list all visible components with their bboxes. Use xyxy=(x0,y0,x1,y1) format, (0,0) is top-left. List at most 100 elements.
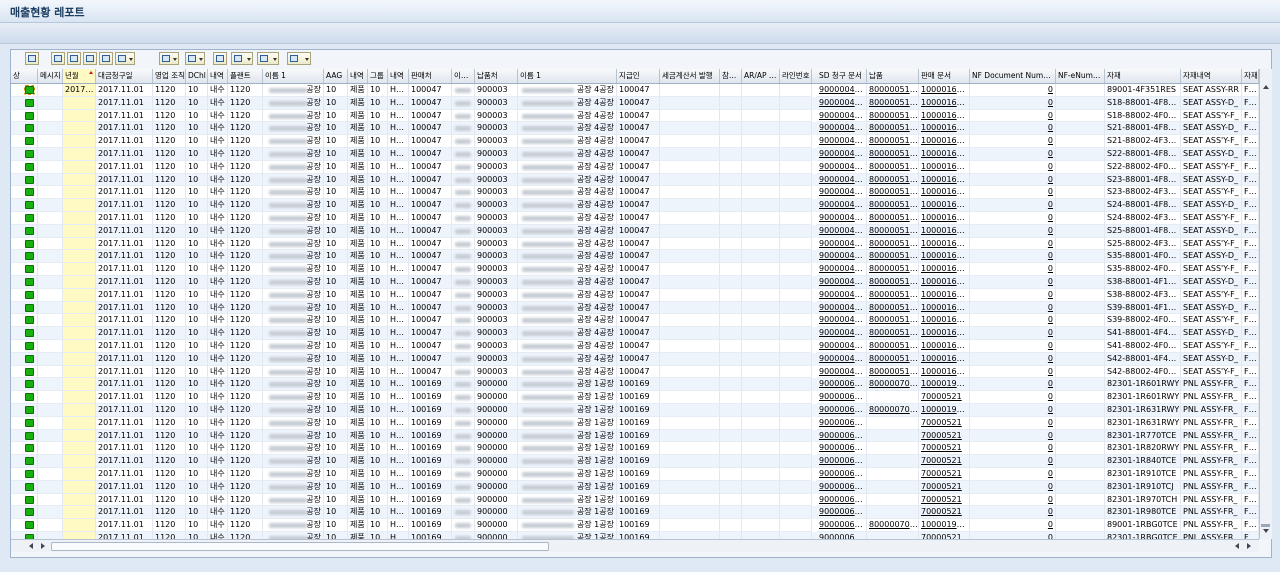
cell-nf[interactable]: 0 xyxy=(970,122,1056,136)
table-row[interactable]: 2017.11.01 1120 10 내수 1120 공장 10 제품 10 HMC 100169 9… xyxy=(11,480,1259,494)
cell-billing[interactable]: 9000006121 xyxy=(817,532,867,539)
cell-nf[interactable]: 0 xyxy=(970,301,1056,315)
column-header-2[interactable]: 년월 xyxy=(63,69,96,83)
cell-billing[interactable]: 9000004255 xyxy=(817,122,867,136)
cell-sales[interactable]: 1000016771 xyxy=(919,173,970,187)
table-row[interactable]: 2017.11.01 1120 10 내수 1120 공장 10 제품 10 HMC 100047 9… xyxy=(11,96,1259,110)
cell-sales[interactable]: 70000521 xyxy=(919,429,970,443)
table-row[interactable]: 2017.11.01 1120 10 내수 1120 공장 10 제품 10 HMC 100047 9… xyxy=(11,224,1259,238)
cell-sales[interactable]: 1000016771 xyxy=(919,250,970,264)
cell-sales[interactable]: 1000016771 xyxy=(919,301,970,315)
cell-nf[interactable]: 0 xyxy=(970,352,1056,366)
cell-billing[interactable]: 9000004255 xyxy=(817,173,867,187)
cell-sales[interactable]: 1000019774 xyxy=(919,378,970,392)
cell-delivery[interactable]: 8000005107 xyxy=(867,148,919,161)
cell-sales[interactable]: 70000521 xyxy=(919,391,970,404)
cell-nf[interactable]: 0 xyxy=(970,493,1056,507)
cell-nf[interactable]: 0 xyxy=(970,365,1056,379)
cell-delivery[interactable]: 8000005107 xyxy=(867,224,919,238)
column-header-11[interactable]: 그룹 xyxy=(368,69,388,83)
cell-sales[interactable]: 1000016771 xyxy=(919,160,970,174)
cell-delivery[interactable]: 8000005107 xyxy=(867,135,919,148)
cell-delivery[interactable]: 8000005107 xyxy=(867,288,919,302)
cell-delivery[interactable]: 8000005107 xyxy=(867,84,919,97)
table-row[interactable]: 2017.11.01 1120 10 내수 1120 공장 10 제품 10 HMC 100169 9… xyxy=(11,506,1259,520)
column-header-0[interactable]: 상 xyxy=(11,69,38,83)
sort-asc-button[interactable] xyxy=(51,52,65,65)
table-row[interactable]: 2017.11.01 1120 10 내수 1120 공장 10 제품 10 HMC 100047 9… xyxy=(11,365,1259,379)
scroll-left-end-icon[interactable] xyxy=(1235,543,1239,549)
cell-delivery[interactable]: 8000005107 xyxy=(867,250,919,264)
cell-nf[interactable]: 0 xyxy=(970,480,1056,494)
column-header-28[interactable]: 자재내역 xyxy=(1181,69,1242,83)
cell-billing[interactable]: 9000006121 xyxy=(817,506,867,520)
table-row[interactable]: 2017.11.01 1120 10 내수 1120 공장 10 제품 10 HMC 100169 9… xyxy=(11,442,1259,456)
table-row[interactable]: 2017.11.01 1120 10 내수 1120 공장 10 제품 10 HMC 100169 9… xyxy=(11,404,1259,417)
cell-billing[interactable]: 9000004255 xyxy=(817,237,867,251)
cell-nf[interactable]: 0 xyxy=(970,340,1056,353)
cell-sales[interactable]: 70000521 xyxy=(919,455,970,468)
cell-billing[interactable]: 9000004255 xyxy=(817,365,867,379)
cell-sales[interactable]: 1000016771 xyxy=(919,84,970,97)
cell-nf[interactable]: 0 xyxy=(970,135,1056,148)
table-row[interactable]: 2017.11.01 1120 10 내수 1120 공장 10 제품 10 HMC 100047 9… xyxy=(11,352,1259,366)
scroll-up-icon[interactable] xyxy=(1263,85,1269,89)
table-row[interactable]: 2017.11.01 1120 10 내수 1120 공장 10 제품 10 HMC 100047 9… xyxy=(11,288,1259,302)
column-header-4[interactable]: 영업 조직 xyxy=(153,69,186,83)
scroll-right-end-icon[interactable] xyxy=(1247,543,1251,549)
table-row[interactable]: 2017.11.01 1120 10 내수 1120 공장 10 제품 10 HMC 100169 9… xyxy=(11,455,1259,468)
table-row[interactable]: 2017.11.01 1120 10 내수 1120 공장 10 제품 10 HMC 100169 9… xyxy=(11,429,1259,443)
cell-sales[interactable]: 1000016771 xyxy=(919,276,970,289)
table-row[interactable]: 2017.11.01 1120 10 내수 1120 공장 10 제품 10 HMC 100169 9… xyxy=(11,416,1259,430)
cell-delivery[interactable] xyxy=(867,391,919,404)
cell-billing[interactable]: 9000006121 xyxy=(817,468,867,481)
cell-sales[interactable]: 1000016771 xyxy=(919,199,970,212)
column-header-23[interactable]: 납품 xyxy=(867,69,919,83)
cell-nf[interactable]: 0 xyxy=(970,212,1056,225)
cell-delivery[interactable]: 8000007009 xyxy=(867,378,919,392)
cell-delivery[interactable]: 8000005107 xyxy=(867,314,919,328)
cell-sales[interactable]: 1000016771 xyxy=(919,314,970,328)
column-header-29[interactable]: 자재 xyxy=(1242,69,1259,83)
cell-sales[interactable]: 1000016771 xyxy=(919,224,970,238)
cell-nf[interactable]: 0 xyxy=(970,442,1056,456)
cell-sales[interactable]: 1000016771 xyxy=(919,96,970,110)
column-header-24[interactable]: 판매 문서 xyxy=(919,69,970,83)
cell-sales[interactable]: 1000019774 xyxy=(919,519,970,532)
cell-sales[interactable]: 1000016771 xyxy=(919,122,970,136)
cell-nf[interactable]: 0 xyxy=(970,455,1056,468)
cell-delivery[interactable]: 8000005107 xyxy=(867,352,919,366)
table-row[interactable]: 2017.11.01 1120 10 내수 1120 공장 10 제품 10 HMC 100169 9… xyxy=(11,378,1259,392)
vertical-scrollbar[interactable] xyxy=(1259,69,1272,539)
column-header-1[interactable]: 메시지 xyxy=(38,69,63,83)
cell-billing[interactable]: 9000004255 xyxy=(817,301,867,315)
table-row[interactable]: 2017.11.01 1120 10 내수 1120 공장 10 제품 10 HMC 100047 9… xyxy=(11,327,1259,340)
cell-delivery[interactable] xyxy=(867,493,919,507)
table-row[interactable]: 2017.11.01 1120 10 내수 1120 공장 10 제품 10 HMC 100047 9… xyxy=(11,237,1259,251)
table-row[interactable]: 2017.11.01 1120 10 내수 1120 공장 10 제품 10 HMC 100047 9… xyxy=(11,109,1259,123)
print-button[interactable] xyxy=(185,52,205,65)
cell-sales[interactable]: 1000016771 xyxy=(919,135,970,148)
table-row[interactable]: 201711 2017.11.01 1120 10 내수 1120 공장 10 제품 10 HMC 1… xyxy=(11,84,1259,97)
cell-billing[interactable]: 9000004255 xyxy=(817,340,867,353)
column-header-7[interactable]: 플랜트 xyxy=(228,69,263,83)
table-row[interactable]: 2017.11.01 1120 10 내수 1120 공장 10 제품 10 HMC 100047 9… xyxy=(11,160,1259,174)
cell-nf[interactable]: 0 xyxy=(970,263,1056,276)
table-row[interactable]: 2017.11.01 1120 10 내수 1120 공장 10 제품 10 HMC 100047 9… xyxy=(11,135,1259,148)
cell-billing[interactable]: 9000004255 xyxy=(817,186,867,200)
cell-nf[interactable]: 0 xyxy=(970,109,1056,123)
cell-nf[interactable]: 0 xyxy=(970,199,1056,212)
cell-nf[interactable]: 0 xyxy=(970,276,1056,289)
cell-delivery[interactable]: 8000005107 xyxy=(867,301,919,315)
cell-sales[interactable]: 70000521 xyxy=(919,480,970,494)
cell-billing[interactable]: 9000004255 xyxy=(817,109,867,123)
column-header-19[interactable]: 참조번 xyxy=(720,69,742,83)
table-row[interactable]: 2017.11.01 1120 10 내수 1120 공장 10 제품 10 HMC 100047 9… xyxy=(11,276,1259,289)
cell-sales[interactable]: 1000019774 xyxy=(919,404,970,417)
cell-billing[interactable]: 9000006121 xyxy=(817,429,867,443)
column-header-14[interactable]: 이름 1 xyxy=(452,69,475,83)
table-row[interactable]: 2017.11.01 1120 10 내수 1120 공장 10 제품 10 HMC 100047 9… xyxy=(11,186,1259,200)
cell-sales[interactable]: 70000521 xyxy=(919,442,970,456)
column-header-17[interactable]: 지급인 xyxy=(617,69,660,83)
scroll-left-icon[interactable] xyxy=(29,543,33,549)
